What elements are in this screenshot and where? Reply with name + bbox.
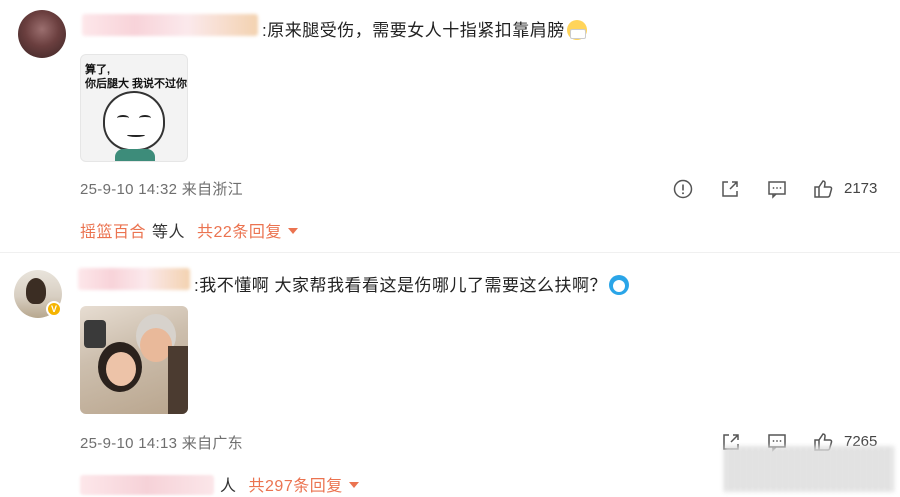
report-icon[interactable] [672,178,694,200]
reply-etc: 等人 [152,224,186,241]
watermark [724,446,894,492]
reply-count[interactable]: 共297条回复 [249,478,343,495]
chevron-down-icon[interactable] [287,228,298,234]
reply-author[interactable]: 摇篮百合 [80,224,146,241]
mask-face-emoji-icon [566,20,587,40]
meme-caption: 你后腿大 我说不过你 [85,78,188,90]
comment-meta: 25-9-10 14:32 来自浙江 [80,178,243,199]
comment-icon[interactable] [766,178,788,200]
divider [0,252,900,253]
reply-author-blurred[interactable] [80,475,214,495]
username-blurred[interactable] [82,14,258,36]
camera-shape [84,320,106,348]
username-blurred[interactable] [78,268,190,290]
meme-face-icon [103,91,165,151]
replies-link[interactable]: 摇篮百合 等人 共22条回复 [80,218,298,242]
like-count: 2173 [844,180,878,197]
comment-image[interactable] [80,306,188,414]
comment-item: :原来腿受伤，需要女人十指紧扣靠肩膀 算了, 你后腿大 我说不过你 25-9-1… [0,0,900,250]
share-icon[interactable] [719,178,741,200]
doraemon-emoji-icon [608,275,629,295]
comment-text: :原来腿受伤，需要女人十指紧扣靠肩膀 [262,16,587,41]
avatar[interactable] [18,10,66,58]
comment-text: :我不懂啊 大家帮我看看这是伤哪儿了需要这么扶啊？ [194,271,629,296]
meme-body [115,149,155,161]
like-icon[interactable] [812,178,834,200]
replies-link[interactable]: 人共297条回复 [80,472,359,496]
timestamp: 25-9-10 14:32 [80,181,178,198]
comment-image[interactable]: 算了, 你后腿大 我说不过你 [80,54,188,162]
location: 来自浙江 [181,181,243,198]
reply-etc: 人 [220,478,237,495]
reply-count[interactable]: 共22条回复 [197,224,282,241]
timestamp: 25-9-10 14:13 [80,435,178,452]
verified-badge-icon: V [46,301,62,317]
location: 来自广东 [181,435,243,452]
chevron-down-icon[interactable] [348,482,359,488]
comment-meta: 25-9-10 14:13 来自广东 [80,432,243,453]
